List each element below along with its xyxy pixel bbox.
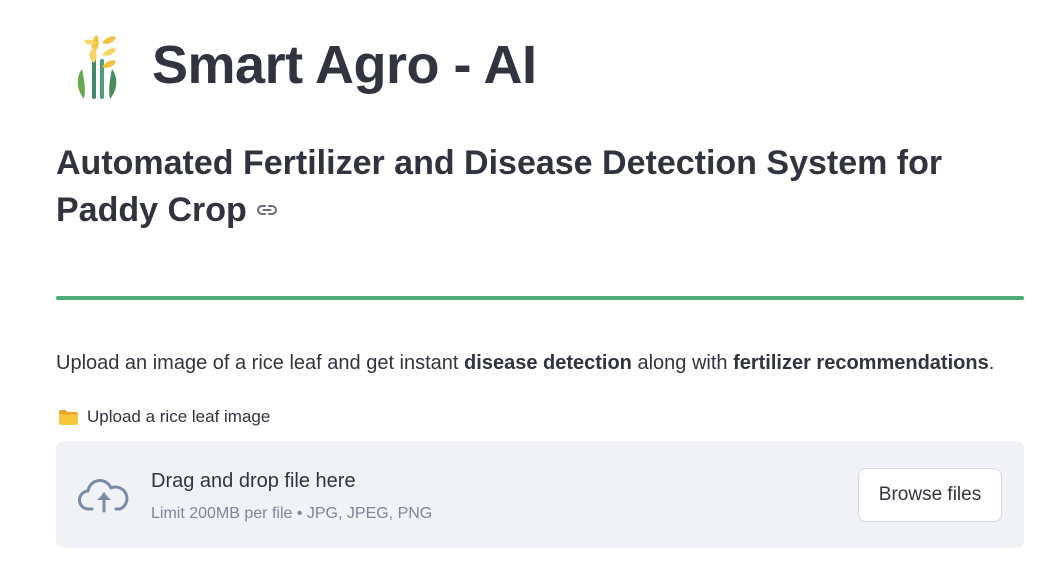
app-title: Smart Agro - AI	[152, 35, 537, 95]
intro-middle: along with	[631, 352, 734, 374]
wheat-sprout-icon	[77, 35, 117, 99]
file-dropzone[interactable]: Drag and drop file here Limit 200MB per …	[56, 441, 1024, 548]
intro-prefix: Upload an image of a rice leaf and get i…	[56, 352, 465, 374]
browse-files-button[interactable]: Browse files	[858, 468, 1002, 522]
intro-text: Upload an image of a rice leaf and get i…	[56, 350, 994, 376]
intro-bold-disease-detection: disease detection	[464, 352, 632, 374]
uploader-label-text: Upload a rice leaf image	[87, 407, 271, 426]
intro-bold-fertilizer-recommendations: fertilizer recommendations	[733, 352, 989, 374]
uploader-label: Upload a rice leaf image	[58, 405, 270, 429]
intro-suffix: .	[988, 352, 995, 374]
section-divider	[56, 296, 1024, 300]
link-icon[interactable]	[255, 198, 279, 222]
app-page: Smart Agro - AI Automated Fertilizer and…	[0, 0, 1058, 588]
title-row: Smart Agro - AI	[70, 22, 537, 108]
dropzone-instruction: Drag and drop file here	[151, 470, 356, 492]
dropzone-limit-text: Limit 200MB per file • JPG, JPEG, PNG	[151, 505, 433, 522]
page-subtitle: Automated Fertilizer and Disease Detecti…	[56, 140, 1016, 234]
page-subtitle-text: Automated Fertilizer and Disease Detecti…	[56, 144, 943, 229]
cloud-upload-icon	[78, 479, 129, 513]
folder-icon	[59, 409, 78, 425]
